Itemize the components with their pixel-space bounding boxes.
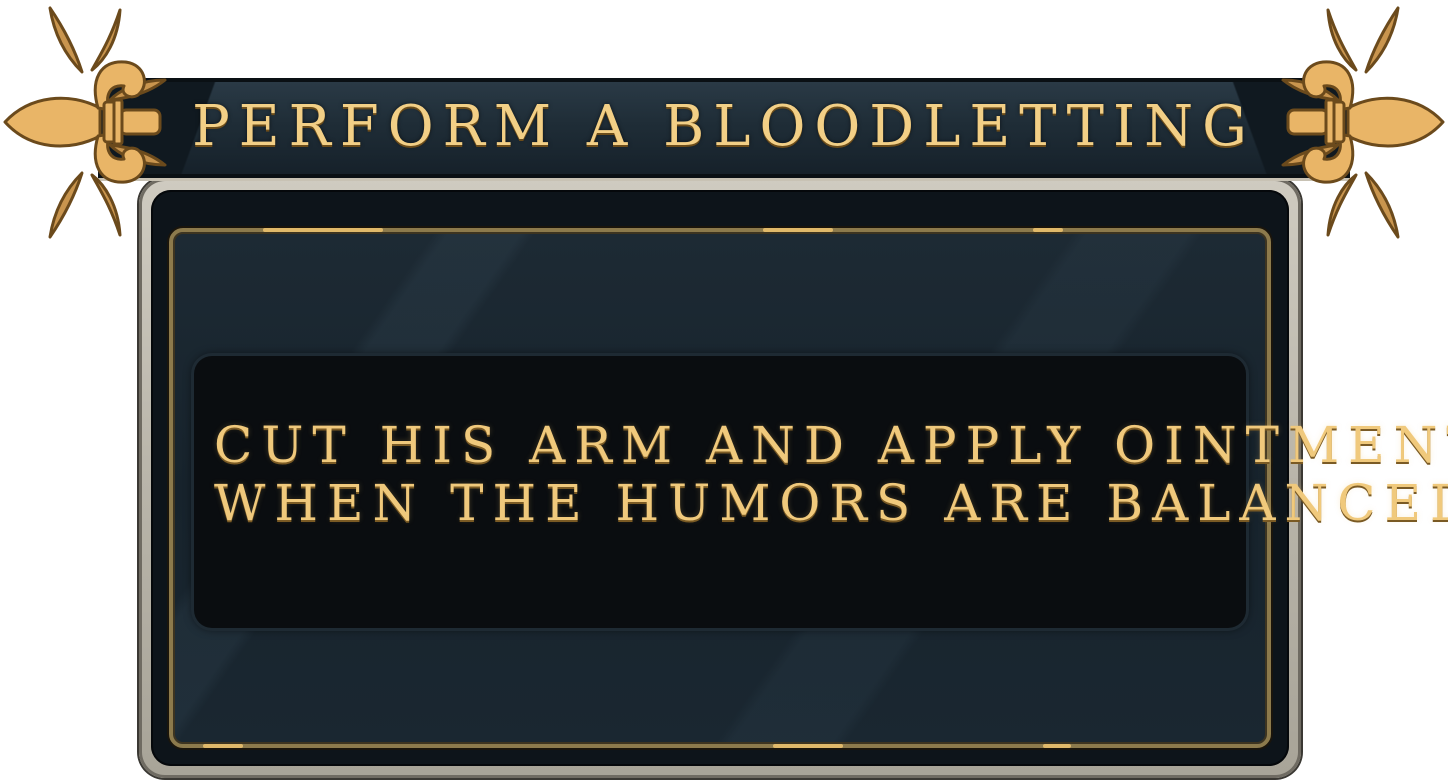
frame-trim — [1033, 228, 1063, 232]
frame-trim — [763, 228, 833, 232]
title-banner: PERFORM A BLOODLETTING — [98, 78, 1350, 178]
message-text: CUT HIS ARM AND APPLY OINTMENT WHEN THE … — [214, 416, 1448, 532]
fleur-de-lis-icon — [1281, 6, 1445, 239]
message-line-2: WHEN THE HUMORS ARE BALANCED. — [214, 474, 1448, 532]
dialog-title: PERFORM A BLOODLETTING — [192, 94, 1256, 159]
fleur-de-lis-icon — [3, 6, 167, 239]
frame-trim — [203, 744, 243, 748]
frame-trim — [773, 744, 843, 748]
message-line-1: CUT HIS ARM AND APPLY OINTMENT — [214, 416, 1448, 474]
frame-trim — [263, 228, 383, 232]
frame-trim — [1043, 744, 1071, 748]
message-box: CUT HIS ARM AND APPLY OINTMENT WHEN THE … — [194, 356, 1448, 628]
